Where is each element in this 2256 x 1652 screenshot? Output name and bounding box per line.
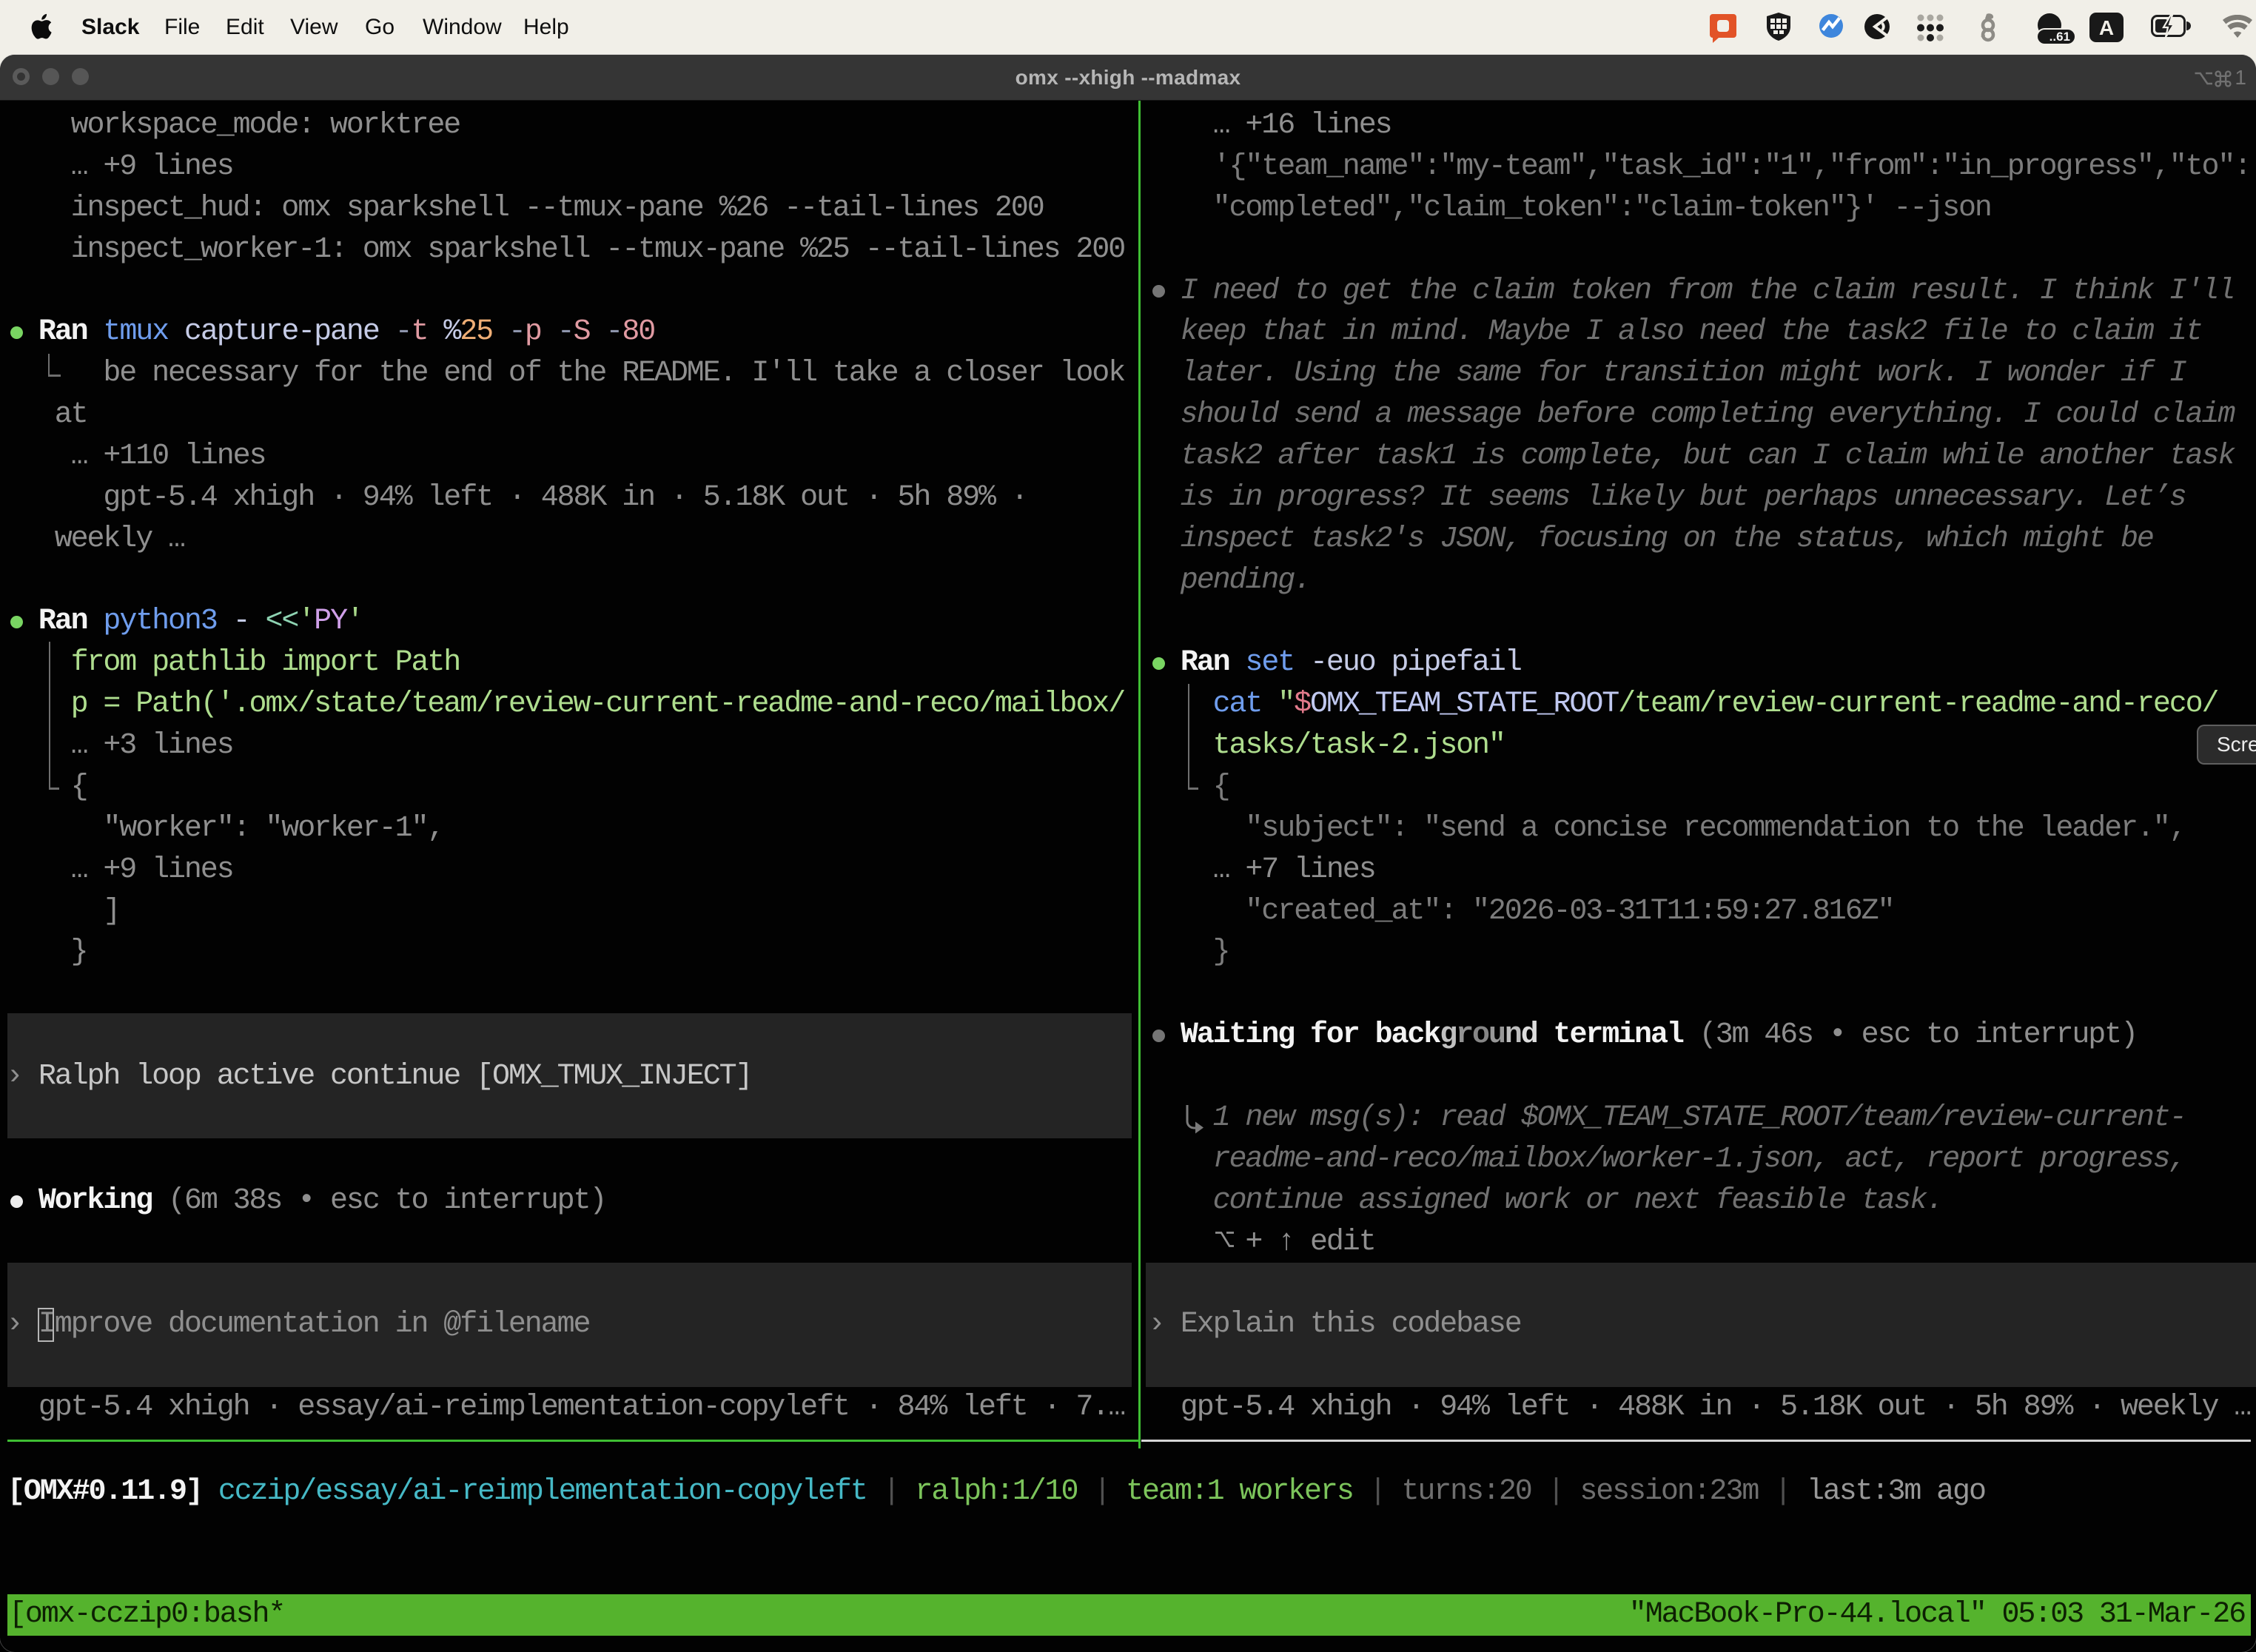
svg-text:..61: ..61	[2049, 30, 2070, 44]
svg-text:A: A	[2099, 16, 2114, 39]
